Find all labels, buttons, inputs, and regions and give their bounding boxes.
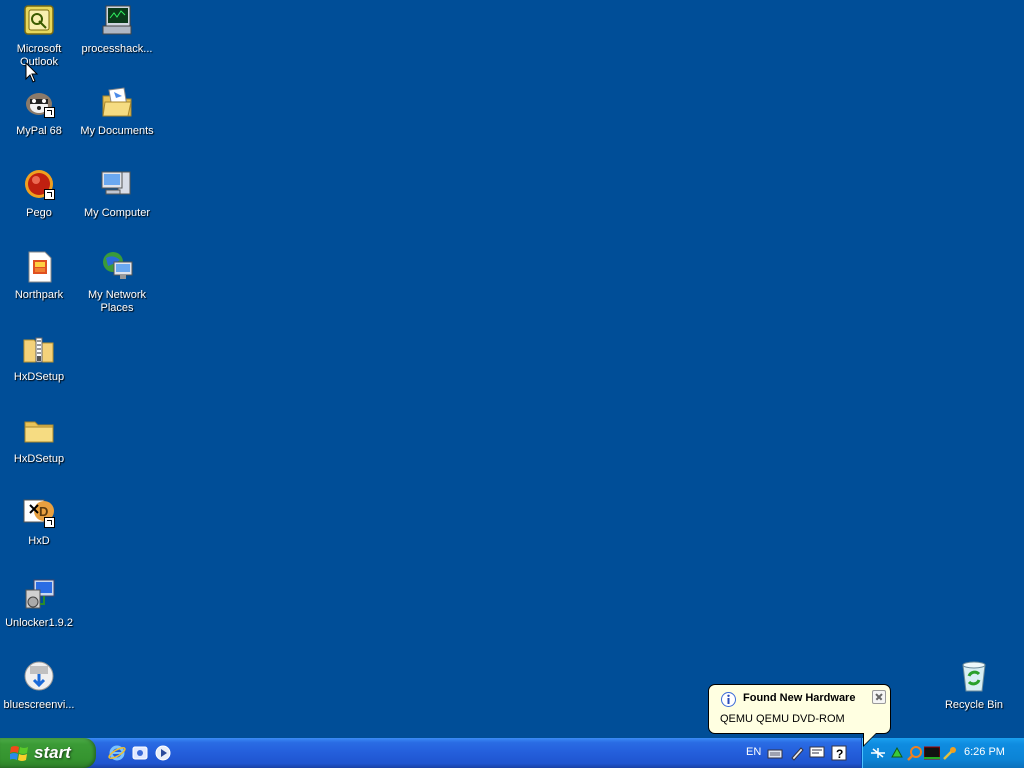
installer-icon [22, 578, 56, 612]
tool-icon[interactable] [942, 745, 958, 761]
shortcut-arrow-icon [44, 517, 55, 528]
windows-flag-icon [10, 746, 28, 761]
internet-explorer-icon[interactable] [108, 744, 126, 762]
close-icon[interactable] [872, 690, 886, 704]
search-icon[interactable] [907, 745, 923, 761]
desktop-icon-hxdsetup-zip[interactable]: HxDSetup [0, 332, 78, 384]
help-icon[interactable]: ? [831, 745, 847, 761]
clock[interactable]: 6:26 PM [964, 746, 1005, 758]
start-button[interactable]: start [0, 738, 96, 768]
desktop-icon-pego[interactable]: Pego [0, 168, 78, 220]
desktop-icon-unlocker[interactable]: Unlocker1.9.2 [0, 578, 78, 630]
desktop-icon-northpark[interactable]: Northpark [0, 250, 78, 302]
media-player-icon[interactable] [154, 744, 172, 762]
desktop-icon-bluescreenview[interactable]: bluescreenvi... [0, 660, 78, 712]
pen-icon[interactable] [789, 745, 805, 761]
icon-label: Recycle Bin [944, 699, 1004, 711]
icon-label: Unlocker1.9.2 [5, 617, 73, 629]
balloon-message: QEMU QEMU DVD-ROM [720, 713, 845, 725]
info-icon [721, 692, 736, 707]
icon-label: HxD [28, 535, 50, 547]
recycle-bin-icon [957, 660, 991, 694]
icon-label: Pego [26, 207, 52, 219]
bluescreenview-icon [22, 660, 56, 694]
folder-icon [22, 414, 56, 448]
network-icon[interactable] [870, 745, 886, 761]
desktop-icon-hxdsetup-folder[interactable]: HxDSetup [0, 414, 78, 466]
icon-label: My Documents [80, 125, 154, 137]
desktop-icon-hxd[interactable]: D HxD [0, 496, 78, 548]
desktop-icon-mypal[interactable]: MyPal 68 [0, 86, 78, 138]
process-hacker-icon [100, 4, 134, 38]
desktop-icon-mycomputer[interactable]: My Computer [78, 168, 156, 220]
icon-label: bluescreenvi... [3, 699, 75, 711]
start-label: start [34, 743, 71, 762]
my-documents-icon [100, 86, 134, 120]
monitor-icon[interactable] [809, 745, 825, 761]
notification-balloon[interactable]: Found New Hardware QEMU QEMU DVD-ROM [708, 684, 891, 734]
icon-label: Northpark [14, 289, 64, 301]
desktop-icon-mydocuments[interactable]: My Documents [78, 86, 156, 138]
pego-icon [22, 168, 56, 202]
icon-label: HxDSetup [13, 453, 65, 465]
update-icon[interactable] [889, 745, 905, 761]
mypal-icon [22, 86, 56, 120]
balloon-title: Found New Hardware [743, 692, 856, 704]
keyboard-icon[interactable] [767, 745, 783, 761]
desktop-icon-networkplaces[interactable]: My Network Places [78, 250, 156, 315]
icon-label: Microsoft Outlook [16, 43, 62, 68]
network-places-icon [100, 250, 134, 284]
desktop-icon-outlook[interactable]: Microsoft Outlook [0, 4, 78, 69]
icon-label: MyPal 68 [16, 125, 62, 137]
icon-label: My Network Places [87, 289, 147, 314]
document-icon [22, 250, 56, 284]
shortcut-arrow-icon [44, 189, 55, 200]
icon-label: My Computer [83, 207, 151, 219]
desktop[interactable]: Microsoft Outlook MyPal 68 Pego Northpar… [0, 0, 1024, 738]
mouse-cursor-icon [25, 62, 39, 83]
icon-label: HxDSetup [13, 371, 65, 383]
language-indicator[interactable]: EN [746, 746, 761, 758]
balloon-tail-fill [864, 733, 876, 745]
my-computer-icon [100, 168, 134, 202]
outlook-icon [22, 4, 56, 38]
terminal-icon[interactable] [924, 745, 940, 761]
shortcut-arrow-icon [44, 107, 55, 118]
icon-label: processhack... [81, 43, 153, 55]
svg-text:?: ? [836, 747, 843, 761]
zip-folder-icon [22, 332, 56, 366]
desktop-icon-processhacker[interactable]: processhack... [78, 4, 156, 56]
show-desktop-icon[interactable] [131, 744, 149, 762]
desktop-icon-recyclebin[interactable]: Recycle Bin [935, 660, 1013, 712]
hxd-icon: D [22, 496, 56, 530]
